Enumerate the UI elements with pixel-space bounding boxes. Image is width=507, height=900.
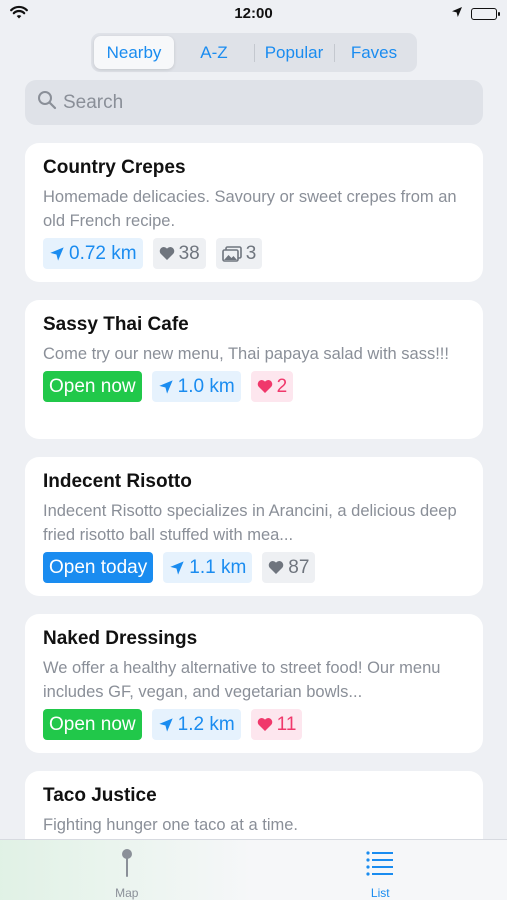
tab-map[interactable]: Map [0, 840, 254, 900]
search-placeholder: Search [63, 91, 124, 113]
battery-icon [471, 8, 500, 20]
tab-list-label: List [370, 886, 390, 900]
likes-badge: 38 [152, 238, 206, 269]
card-description: We offer a healthy alternative to street… [43, 659, 441, 701]
photos-icon [221, 245, 242, 262]
card-description: Fighting hunger one taco at a time. [43, 816, 298, 834]
restaurant-card[interactable]: Country Crepes Homemade delicacies. Savo… [25, 143, 483, 282]
heart-icon [257, 718, 272, 731]
tab-map-label: Map [115, 886, 139, 900]
status-time: 12:00 [234, 5, 273, 22]
card-title: Naked Dressings [43, 628, 198, 649]
card-description: Homemade delicacies. Savoury or sweet cr… [43, 188, 457, 230]
distance-value: 1.0 km [177, 375, 235, 397]
search-icon [37, 90, 57, 115]
favorites-count: 2 [276, 375, 288, 397]
card-title: Country Crepes [43, 157, 186, 178]
location-arrow-icon [158, 379, 173, 394]
heart-icon [257, 380, 272, 393]
restaurant-card[interactable]: Sassy Thai Cafe Come try our new menu, T… [25, 300, 483, 439]
restaurant-card[interactable]: Naked Dressings We offer a healthy alter… [25, 614, 483, 753]
distance-badge: 1.1 km [163, 552, 253, 583]
location-arrow-icon [158, 717, 173, 732]
card-title: Indecent Risotto [43, 471, 192, 492]
segment-nearby[interactable]: Nearby [94, 36, 174, 69]
location-arrow-icon [50, 246, 64, 261]
distance-value: 0.72 km [69, 242, 137, 264]
sort-segmented-control: Nearby A-Z Popular Faves [91, 33, 417, 72]
list-icon [365, 848, 395, 883]
segment-a-z[interactable]: A-Z [174, 36, 254, 69]
restaurant-card[interactable]: Indecent Risotto Indecent Risotto specia… [25, 457, 483, 596]
distance-badge: 0.72 km [43, 238, 143, 269]
heart-icon [159, 247, 174, 260]
favorites-badge: 2 [250, 371, 294, 402]
photos-badge: 3 [215, 238, 263, 269]
map-pin-icon [120, 848, 134, 883]
segment-faves[interactable]: Faves [334, 36, 414, 69]
card-title: Taco Justice [43, 785, 157, 806]
tab-list[interactable]: List [254, 840, 507, 900]
search-input[interactable]: Search [25, 80, 483, 125]
card-description: Indecent Risotto specializes in Arancini… [43, 502, 457, 544]
likes-count: 87 [288, 556, 310, 578]
location-arrow-icon [170, 560, 184, 575]
distance-value: 1.1 km [189, 556, 247, 578]
distance-badge: 1.0 km [151, 371, 241, 402]
status-badge: Open now [43, 371, 142, 402]
favorites-count: 11 [276, 713, 297, 735]
distance-value: 1.2 km [177, 713, 235, 735]
heart-icon [269, 561, 284, 574]
favorites-badge: 11 [250, 709, 303, 740]
card-description: Come try our new menu, Thai papaya salad… [43, 345, 449, 363]
status-bar: 12:00 [0, 0, 507, 28]
card-title: Sassy Thai Cafe [43, 314, 189, 335]
likes-count: 38 [178, 242, 200, 264]
distance-badge: 1.2 km [151, 709, 241, 740]
tab-bar: Map List [0, 839, 507, 900]
status-badge: Open today [43, 552, 154, 583]
likes-badge: 87 [262, 552, 316, 583]
status-badge: Open now [43, 709, 142, 740]
segment-popular[interactable]: Popular [254, 36, 334, 69]
photos-count: 3 [245, 242, 257, 264]
